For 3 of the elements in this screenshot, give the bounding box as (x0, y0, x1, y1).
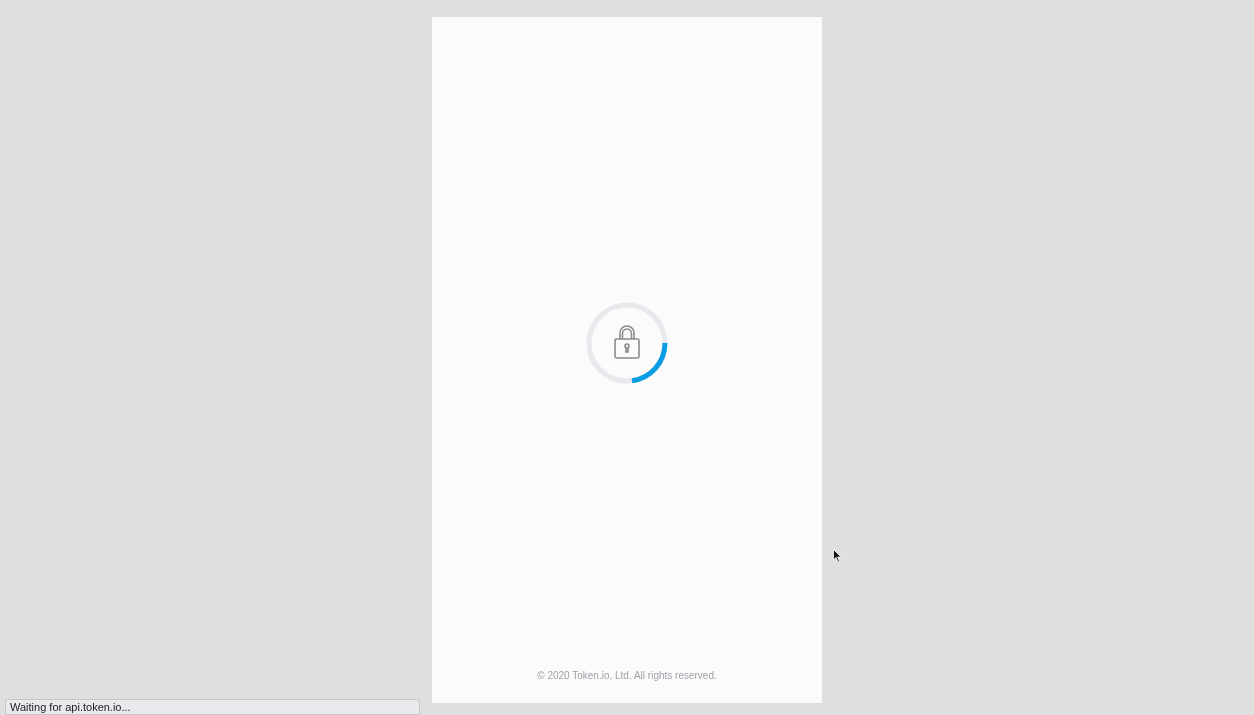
status-bar: Waiting for api.token.io... (5, 699, 420, 715)
copyright-text: © 2020 Token.io, Ltd. All rights reserved. (537, 669, 717, 683)
mouse-cursor-icon (833, 549, 842, 563)
